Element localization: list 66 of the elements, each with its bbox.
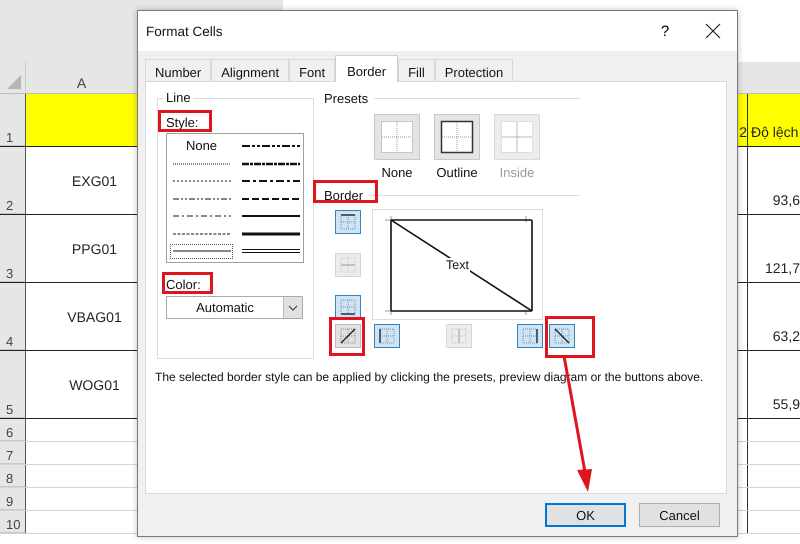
tab[interactable]: Protection [434, 59, 514, 81]
tab[interactable]: Fill [398, 59, 435, 81]
line-style-option[interactable]: None [186, 138, 218, 153]
diagonal-up-icon [338, 326, 358, 346]
row-header[interactable]: 2 [0, 147, 25, 214]
group-label: Border [324, 188, 364, 202]
border-button[interactable] [335, 210, 361, 234]
row-header[interactable]: 8 [0, 465, 25, 487]
ok-button[interactable]: OK [545, 503, 626, 527]
tab[interactable]: Border [335, 55, 398, 82]
border-button[interactable] [374, 324, 400, 348]
preset-label: None [381, 165, 413, 180]
cell-text: 55,9 [772, 396, 800, 412]
close-icon[interactable] [705, 23, 721, 39]
preview-text: Text [445, 258, 470, 272]
outline-border-icon [439, 119, 475, 155]
chevron-down-icon [288, 304, 298, 310]
cell-text: 63,2 [772, 328, 800, 344]
tab[interactable]: Font [289, 59, 336, 81]
preset-button[interactable] [434, 114, 480, 160]
highlight-frame [329, 317, 365, 356]
cell-text: 93,6 [772, 192, 800, 208]
diagonal-down-icon [552, 326, 572, 346]
preset-label: Outline [436, 165, 478, 180]
border-button[interactable] [517, 324, 543, 348]
row-header[interactable]: 3 [0, 215, 25, 282]
border-button[interactable] [335, 295, 361, 319]
row-header[interactable]: 6 [0, 419, 25, 441]
row-header[interactable]: 10 [0, 511, 25, 533]
preset-label: Inside [500, 165, 534, 180]
highlight-frame [313, 180, 378, 203]
row-header[interactable]: 5 [0, 351, 25, 418]
cell-text: Độ lệch [751, 124, 798, 140]
row-header[interactable]: 4 [0, 283, 25, 350]
highlight-frame [158, 110, 212, 132]
bottom-border-icon [338, 297, 358, 317]
line-style-option[interactable] [242, 247, 300, 256]
border-preview[interactable]: Text [372, 209, 543, 320]
tab[interactable]: Alignment [211, 59, 290, 81]
window-title: Format Cells [146, 24, 224, 38]
highlight-frame [545, 316, 595, 358]
group-label: Presets [324, 90, 368, 106]
row-header[interactable]: 9 [0, 488, 25, 510]
tab[interactable]: Number [145, 59, 212, 81]
highlight-frame [162, 272, 213, 294]
field-label: Style: [166, 115, 199, 130]
right-border-icon [520, 326, 540, 346]
vertical-border-icon [448, 326, 468, 346]
color-dropdown[interactable]: Automatic [166, 296, 303, 319]
left-border-icon [377, 326, 397, 346]
help-button[interactable]: ? [655, 22, 675, 40]
no-border-icon [379, 119, 415, 155]
cell-text: 2 [739, 124, 747, 140]
border-button[interactable] [549, 324, 575, 348]
row-header[interactable]: 7 [0, 442, 25, 464]
field-label: Color: [166, 277, 201, 292]
horizontal-border-icon [338, 254, 358, 274]
row-header[interactable]: 1 [0, 94, 25, 146]
border-button[interactable] [335, 324, 361, 348]
cancel-button[interactable]: Cancel [639, 503, 720, 527]
inside-border-icon [499, 119, 535, 155]
line-style-option[interactable] [242, 230, 300, 238]
line-style-list[interactable]: None [166, 133, 304, 263]
top-border-icon [338, 212, 358, 232]
group-label: Line [164, 90, 193, 105]
cell-text: 121,7 [764, 260, 800, 276]
